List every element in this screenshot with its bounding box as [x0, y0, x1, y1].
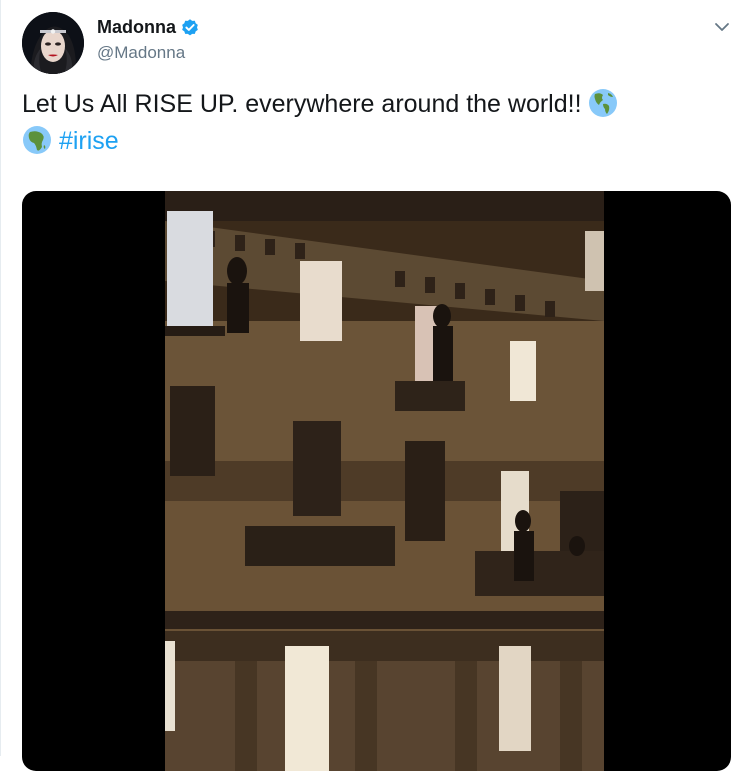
tweet-card: Madonna @Madonna Let Us All RISE UP. eve…: [0, 0, 751, 771]
hashtag-link[interactable]: #irise: [59, 127, 119, 155]
timeline-border: [0, 0, 1, 756]
handle[interactable]: @Madonna: [97, 43, 185, 63]
tweet-text: Let Us All RISE UP. everywhere around th…: [22, 86, 722, 160]
author-name-row[interactable]: Madonna: [97, 17, 200, 38]
globe-americas-icon: [589, 89, 618, 117]
tweet-text-body: Let Us All RISE UP. everywhere around th…: [22, 90, 589, 118]
video-player[interactable]: [22, 191, 731, 771]
display-name[interactable]: Madonna: [97, 17, 176, 38]
avatar[interactable]: [22, 12, 84, 74]
chevron-down-icon[interactable]: [712, 17, 732, 37]
globe-africa-icon: [23, 126, 51, 154]
verified-badge-icon: [182, 18, 198, 35]
video-frame: [165, 191, 604, 771]
